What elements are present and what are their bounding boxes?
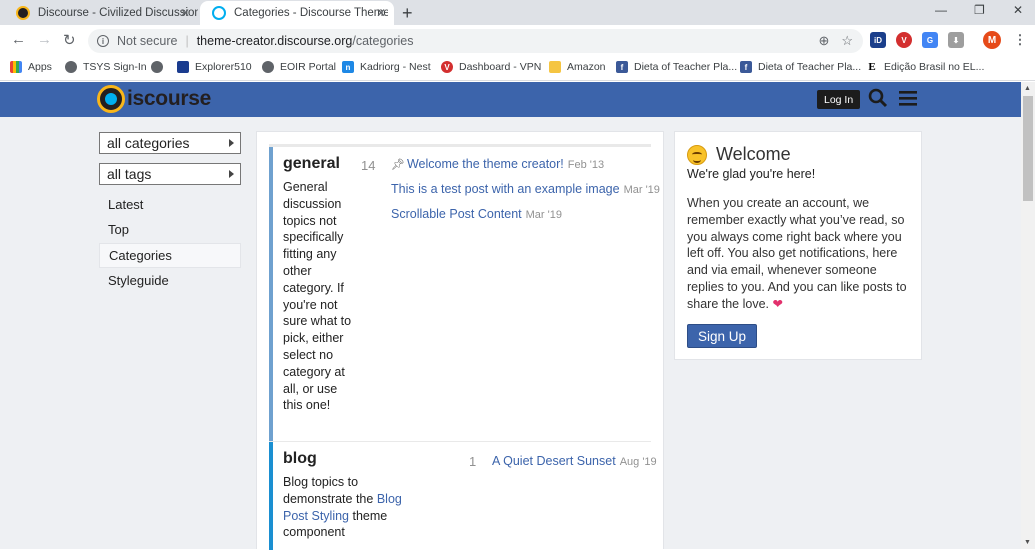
caret-right-icon [229,170,234,178]
nest-icon: n [342,61,354,73]
explorer-icon [177,61,189,73]
bookmark-explorer510[interactable]: Explorer510 [177,61,252,73]
search-icon[interactable] [868,88,888,113]
page-scrollbar[interactable]: ▲ ▼ [1021,82,1035,549]
discourse-favicon-icon [16,6,30,20]
categories-dropdown[interactable]: all categories [99,132,241,154]
hugging-face-icon [687,144,707,165]
url-host: theme-creator.discourse.org [196,34,353,48]
welcome-body: When you create an account, we remember … [687,196,907,311]
bookmark-eoir[interactable]: EOIR Portal [262,61,336,73]
vpn-icon: V [441,61,453,73]
category-color-bar [269,442,273,550]
discourse-logo[interactable]: iscourse [97,85,211,113]
welcome-title: Welcome [687,144,791,165]
caret-right-icon [229,139,234,147]
new-tab-icon[interactable]: + [402,3,413,24]
heart-icon: ❤ [772,296,783,311]
not-secure-label: Not secure [117,34,178,48]
tab-title: Discourse - Civilized Discussion [37,7,198,19]
bookmark-tsys[interactable]: TSYS Sign-In [65,61,147,73]
nav-latest[interactable]: Latest [99,192,241,217]
close-window-icon[interactable]: ✕ [1013,3,1023,17]
folder-icon [549,61,561,73]
address-bar[interactable]: i Not secure | theme-creator.discourse.o… [88,29,863,53]
discourse-logo-icon [97,85,125,113]
bookmarks-bar: Apps TSYS Sign-In Explorer510 EOIR Porta… [0,56,1035,81]
url-path: /categories [352,34,414,48]
topic-count: 1 [469,454,477,469]
login-button[interactable]: Log In [817,90,861,109]
site-header: iscourse Log In [0,82,1021,117]
extension-download-icon[interactable]: ⬇ [948,32,964,48]
maximize-icon[interactable]: ❐ [974,3,985,17]
topic-link[interactable]: Scrollable Post Content Mar '19 [391,207,562,221]
bookmark-dieta-1[interactable]: f Dieta of Teacher Pla... [616,61,737,73]
topic-count: 14 [361,158,376,173]
extension-vpn-icon[interactable]: V [896,32,912,48]
add-icon[interactable]: ⊕ [818,33,829,49]
globe-icon [151,61,163,73]
info-icon[interactable]: i [97,35,109,47]
bookmark-amazon[interactable]: Amazon [549,61,606,73]
menu-kebab-icon[interactable]: ⋮ [1012,32,1028,48]
categories-panel: general General discussion topics not sp… [256,131,664,550]
scroll-up-icon[interactable]: ▲ [1024,85,1031,92]
apps-grid-icon [10,61,22,73]
extension-id-icon[interactable]: iD [870,32,886,48]
bookmark-nest[interactable]: n Kadriorg - Nest [342,61,431,73]
close-tab-icon[interactable]: ✕ [180,6,190,20]
facebook-icon: f [616,61,628,73]
dropdown-label: all categories [107,135,190,151]
forward-icon[interactable]: → [37,31,52,48]
separator: | [185,34,189,48]
topic-link[interactable]: This is a test post with an example imag… [391,182,660,196]
pin-icon: 📌︎ [391,159,405,171]
bookmark-vpn[interactable]: V Dashboard - VPN [441,61,541,73]
topic-link[interactable]: A Quiet Desert Sunset Aug '19 [492,454,657,468]
tab-discourse[interactable]: Discourse - Civilized Discussion ✕ [4,1,198,25]
scroll-down-icon[interactable]: ▼ [1024,539,1031,546]
category-description: Blog topics to demonstrate the Blog Post… [283,475,402,540]
minimize-icon[interactable]: — [935,3,947,17]
globe-icon [262,61,274,73]
globe-icon [65,61,77,73]
bookmark-elpais[interactable]: E Edição Brasil no EL... [866,61,984,73]
nav-categories[interactable]: Categories [99,243,241,268]
topic-link[interactable]: 📌︎ Welcome the theme creator! Feb '13 [391,157,604,171]
bookmark-globe[interactable] [151,61,169,73]
extension-translate-icon[interactable]: G [922,32,938,48]
back-icon[interactable]: ← [11,31,26,48]
scrollbar-thumb[interactable] [1023,96,1033,201]
elpais-icon: E [866,61,878,73]
dropdown-label: all tags [107,166,152,182]
tab-strip: Discourse - Civilized Discussion ✕ Categ… [0,0,1035,25]
nav-styleguide[interactable]: Styleguide [99,268,241,293]
close-tab-icon[interactable]: ✕ [376,6,386,20]
category-color-bar [269,147,273,441]
profile-avatar[interactable]: M [983,31,1001,49]
nav-top[interactable]: Top [99,217,241,242]
bookmark-apps[interactable]: Apps [10,61,52,73]
welcome-panel: Welcome We're glad you're here! When you… [674,131,922,360]
logo-text: iscourse [127,87,211,110]
welcome-subtitle: We're glad you're here! [687,167,816,181]
tab-categories[interactable]: Categories - Discourse Theme Cr ✕ [200,1,394,25]
hamburger-menu-icon[interactable] [899,90,917,111]
tab-title: Categories - Discourse Theme Cr [234,7,388,19]
category-row-general: general General discussion topics not sp… [269,147,660,441]
tags-dropdown[interactable]: all tags [99,163,241,185]
reload-icon[interactable]: ↻ [63,31,76,49]
facebook-icon: f [740,61,752,73]
bookmark-star-icon[interactable]: ☆ [841,33,853,49]
category-name[interactable]: blog [283,450,317,468]
bookmark-dieta-2[interactable]: f Dieta of Teacher Pla... [740,61,861,73]
category-row-blog: blog Blog topics to demonstrate the Blog… [269,442,657,550]
discourse-favicon-icon [212,6,226,20]
category-description: General discussion topics not specifical… [283,180,352,413]
category-name[interactable]: general [283,155,340,173]
sign-up-button[interactable]: Sign Up [687,324,758,348]
